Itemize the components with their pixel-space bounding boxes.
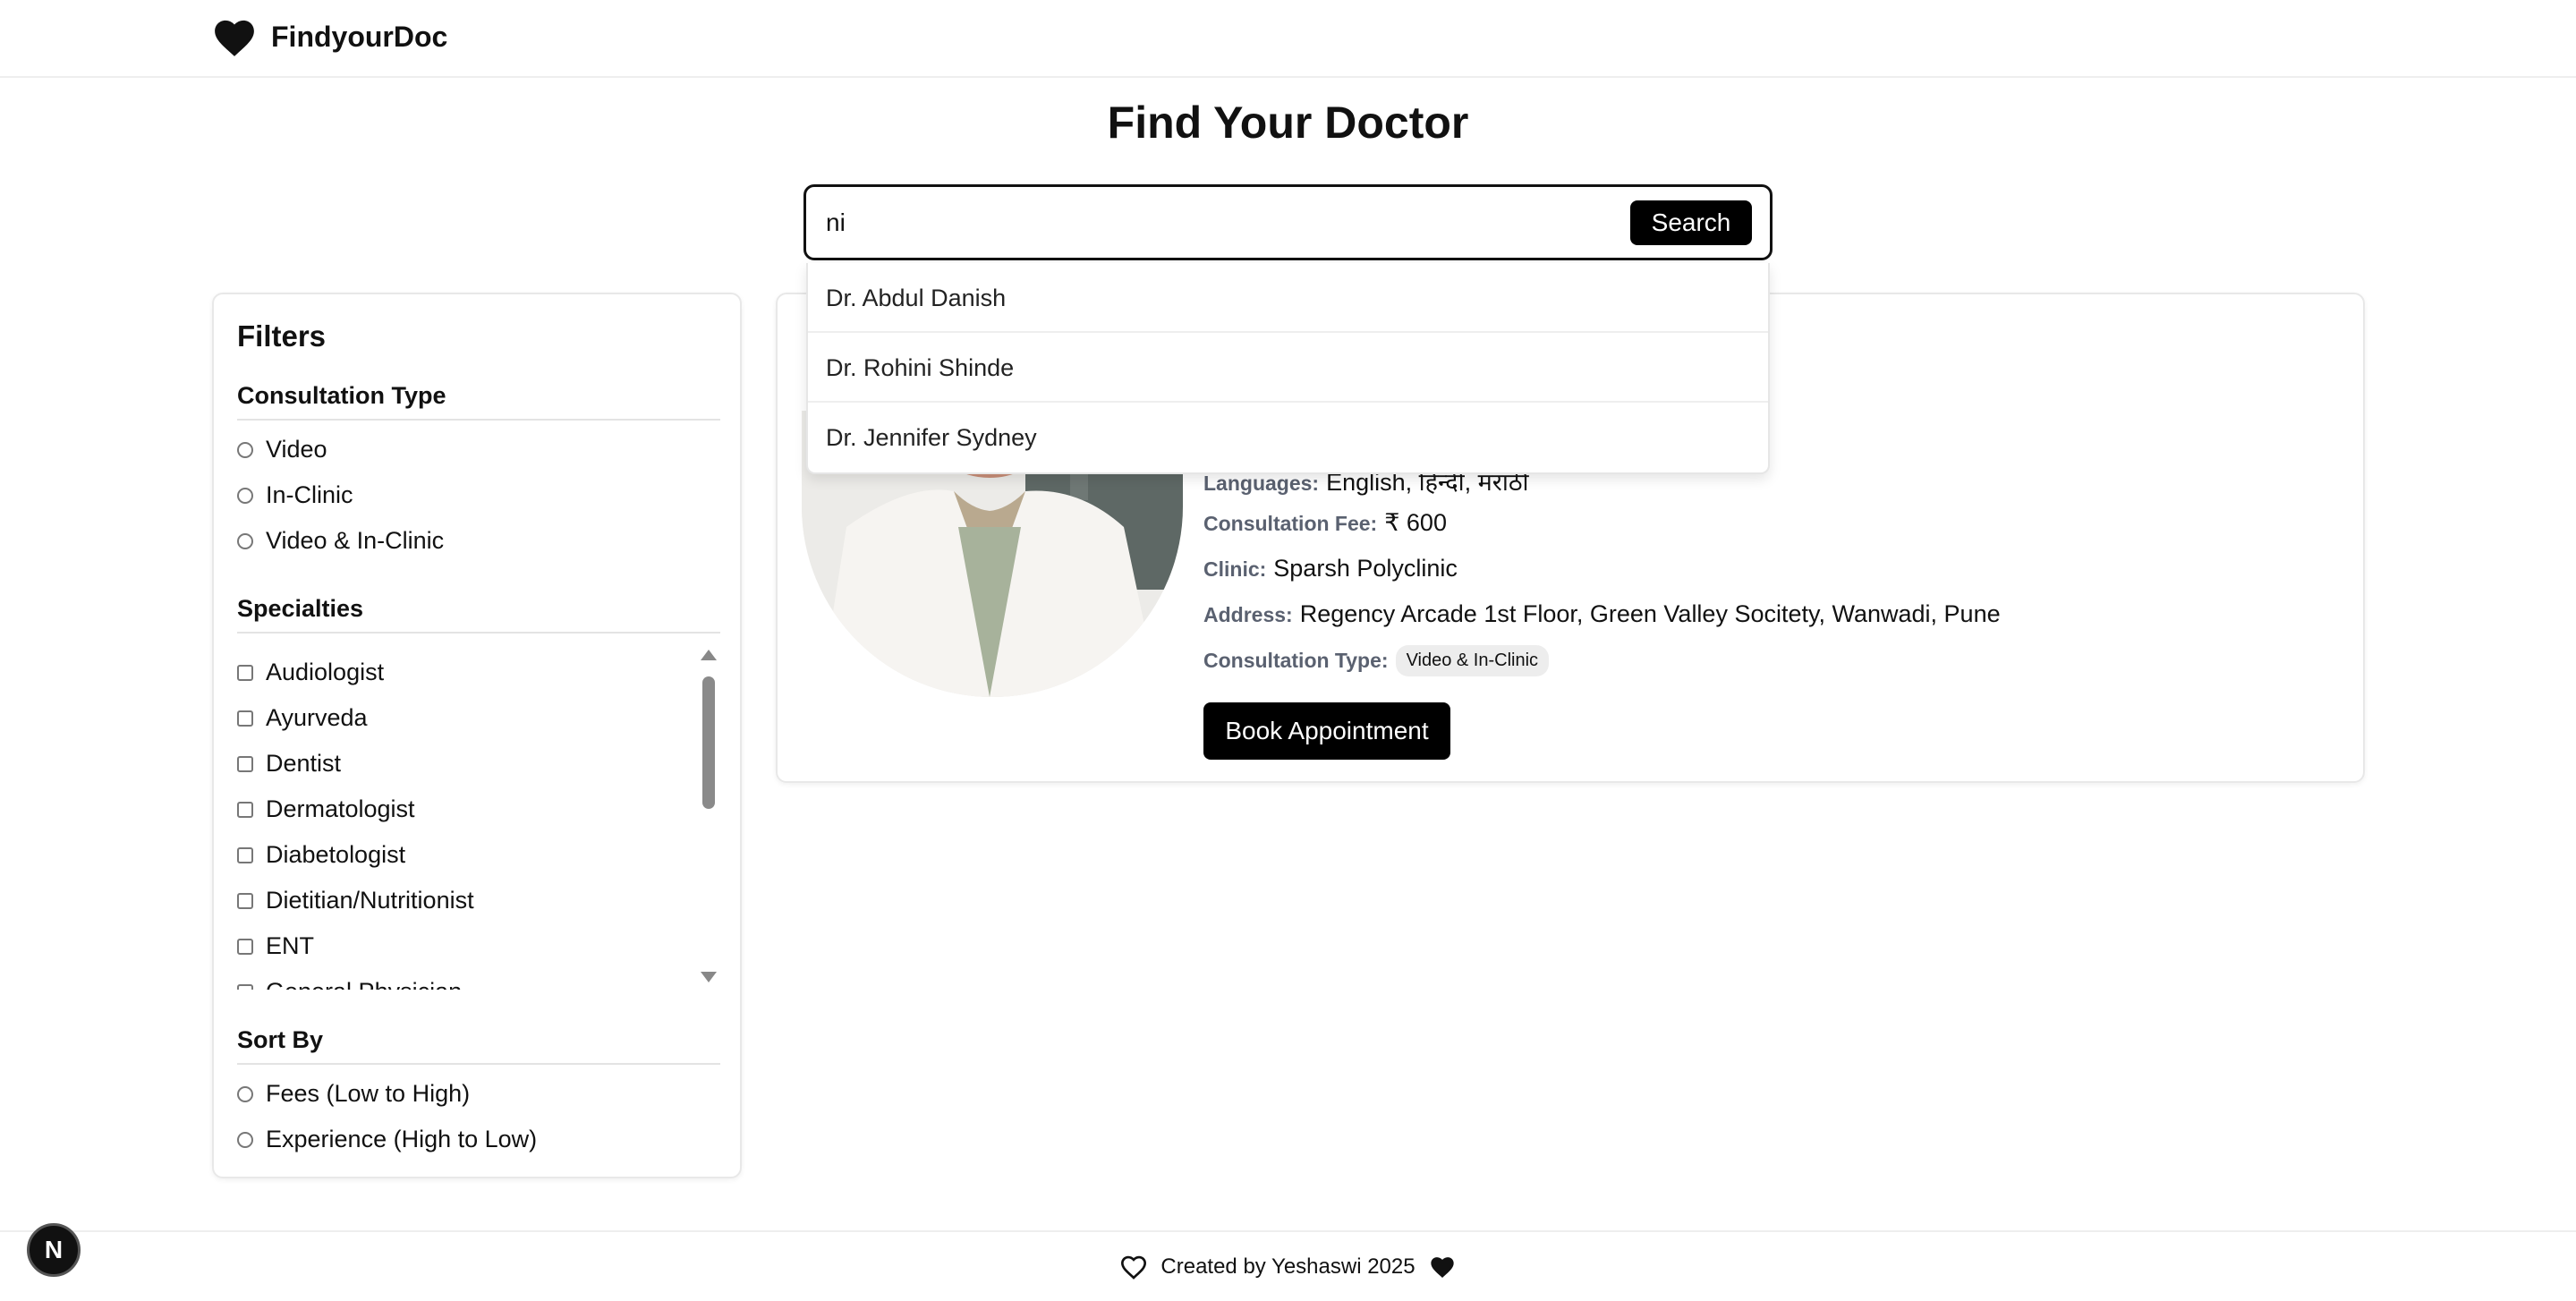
option-label: Experience (High to Low): [266, 1126, 538, 1152]
option-label: Fees (Low to High): [266, 1080, 471, 1107]
option-label: Video: [266, 436, 327, 463]
scroll-up-arrow-icon[interactable]: [701, 650, 717, 660]
checkbox[interactable]: [237, 938, 253, 955]
page-title: Find Your Doctor: [1107, 98, 1469, 148]
address-value: Regency Arcade 1st Floor, Green Valley S…: [1299, 600, 2001, 627]
address-label: Address:: [1203, 603, 1293, 626]
specialty-audiologist[interactable]: Audiologist: [237, 650, 720, 695]
consultation-type-row: Consultation Type: Video & In-Clinic: [1203, 645, 1550, 676]
specialty-general-physician[interactable]: General Physician: [237, 969, 720, 990]
specialty-label: Dietitian/Nutritionist: [266, 887, 474, 914]
suggestion-item[interactable]: Dr. Jennifer Sydney: [808, 403, 1768, 472]
checkbox[interactable]: [237, 710, 253, 727]
book-appointment-button[interactable]: Book Appointment: [1203, 702, 1450, 760]
languages-label: Languages:: [1203, 472, 1320, 495]
fee-row: Consultation Fee: ₹ 600: [1203, 509, 1447, 537]
radio-button[interactable]: [237, 1085, 253, 1102]
specialty-label: Dermatologist: [266, 795, 415, 822]
filters-panel: Filters Consultation Type Video In-Clini…: [212, 293, 742, 1178]
clinic-value: Sparsh Polyclinic: [1273, 555, 1458, 582]
specialties-scrollbar[interactable]: [697, 650, 720, 990]
consultation-option-in-clinic[interactable]: In-Clinic: [237, 481, 353, 509]
specialty-diabetologist[interactable]: Diabetologist: [237, 832, 720, 878]
fee-value: ₹ 600: [1384, 509, 1447, 536]
specialty-dermatologist[interactable]: Dermatologist: [237, 787, 720, 832]
specialty-label: Ayurveda: [266, 704, 368, 731]
heart-icon: [1430, 1257, 1454, 1278]
sort-option-experience[interactable]: Experience (High to Low): [237, 1126, 537, 1153]
consultation-option-video-in-clinic[interactable]: Video & In-Clinic: [237, 527, 444, 555]
specialty-dentist[interactable]: Dentist: [237, 741, 720, 787]
checkbox[interactable]: [237, 664, 253, 681]
specialty-label: Diabetologist: [266, 841, 406, 868]
specialty-ent[interactable]: ENT: [237, 923, 720, 969]
search-suggestions: Dr. Abdul Danish Dr. Rohini Shinde Dr. J…: [806, 263, 1770, 474]
radio-button[interactable]: [237, 487, 253, 504]
specialties-heading: Specialties: [237, 595, 720, 633]
radio-button[interactable]: [237, 441, 253, 458]
brand-name: FindyourDoc: [271, 20, 448, 53]
specialties-list[interactable]: Audiologist Ayurveda Dentist Dermatologi…: [237, 650, 720, 990]
heart-outline-icon: [1121, 1255, 1147, 1280]
checkbox[interactable]: [237, 983, 253, 990]
specialty-ayurveda[interactable]: Ayurveda: [237, 695, 720, 741]
heart-icon: [215, 20, 254, 56]
clinic-row: Clinic: Sparsh Polyclinic: [1203, 555, 1458, 582]
scroll-thumb[interactable]: [702, 676, 715, 809]
suggestion-item[interactable]: Dr. Rohini Shinde: [808, 333, 1768, 403]
specialty-label: Audiologist: [266, 659, 385, 685]
search-button[interactable]: Search: [1630, 200, 1752, 245]
scroll-down-arrow-icon[interactable]: [701, 972, 717, 982]
checkbox[interactable]: [237, 801, 253, 818]
checkbox[interactable]: [237, 846, 253, 863]
consultation-option-video[interactable]: Video: [237, 436, 327, 463]
specialty-label: General Physician: [266, 978, 462, 990]
checkbox[interactable]: [237, 892, 253, 909]
dev-tools-badge[interactable]: N: [27, 1223, 81, 1277]
consultation-type-badge: Video & In-Clinic: [1395, 645, 1550, 676]
suggestion-item[interactable]: Dr. Abdul Danish: [808, 263, 1768, 333]
radio-button[interactable]: [237, 532, 253, 549]
consultation-type-heading: Consultation Type: [237, 382, 720, 421]
footer-text: Created by Yeshaswi 2025: [1160, 1254, 1416, 1279]
fee-label: Consultation Fee:: [1203, 512, 1378, 535]
search-bar: Search: [803, 184, 1773, 260]
checkbox[interactable]: [237, 755, 253, 772]
footer: Created by Yeshaswi 2025: [0, 1230, 2576, 1301]
consultation-type-label: Consultation Type:: [1203, 648, 1389, 672]
filters-title: Filters: [237, 319, 327, 353]
top-navbar: FindyourDoc: [0, 0, 2576, 78]
sort-by-heading: Sort By: [237, 1026, 720, 1065]
specialty-label: Dentist: [266, 750, 342, 777]
specialty-label: ENT: [266, 932, 314, 959]
specialty-dietitian[interactable]: Dietitian/Nutritionist: [237, 878, 720, 923]
option-label: Video & In-Clinic: [266, 527, 445, 554]
option-label: In-Clinic: [266, 481, 353, 508]
sort-option-fees[interactable]: Fees (Low to High): [237, 1080, 470, 1108]
brand-logo[interactable]: FindyourDoc: [212, 16, 447, 57]
clinic-label: Clinic:: [1203, 557, 1267, 581]
address-row: Address: Regency Arcade 1st Floor, Green …: [1203, 600, 2001, 628]
radio-button[interactable]: [237, 1131, 253, 1148]
search-input[interactable]: [826, 203, 1542, 242]
